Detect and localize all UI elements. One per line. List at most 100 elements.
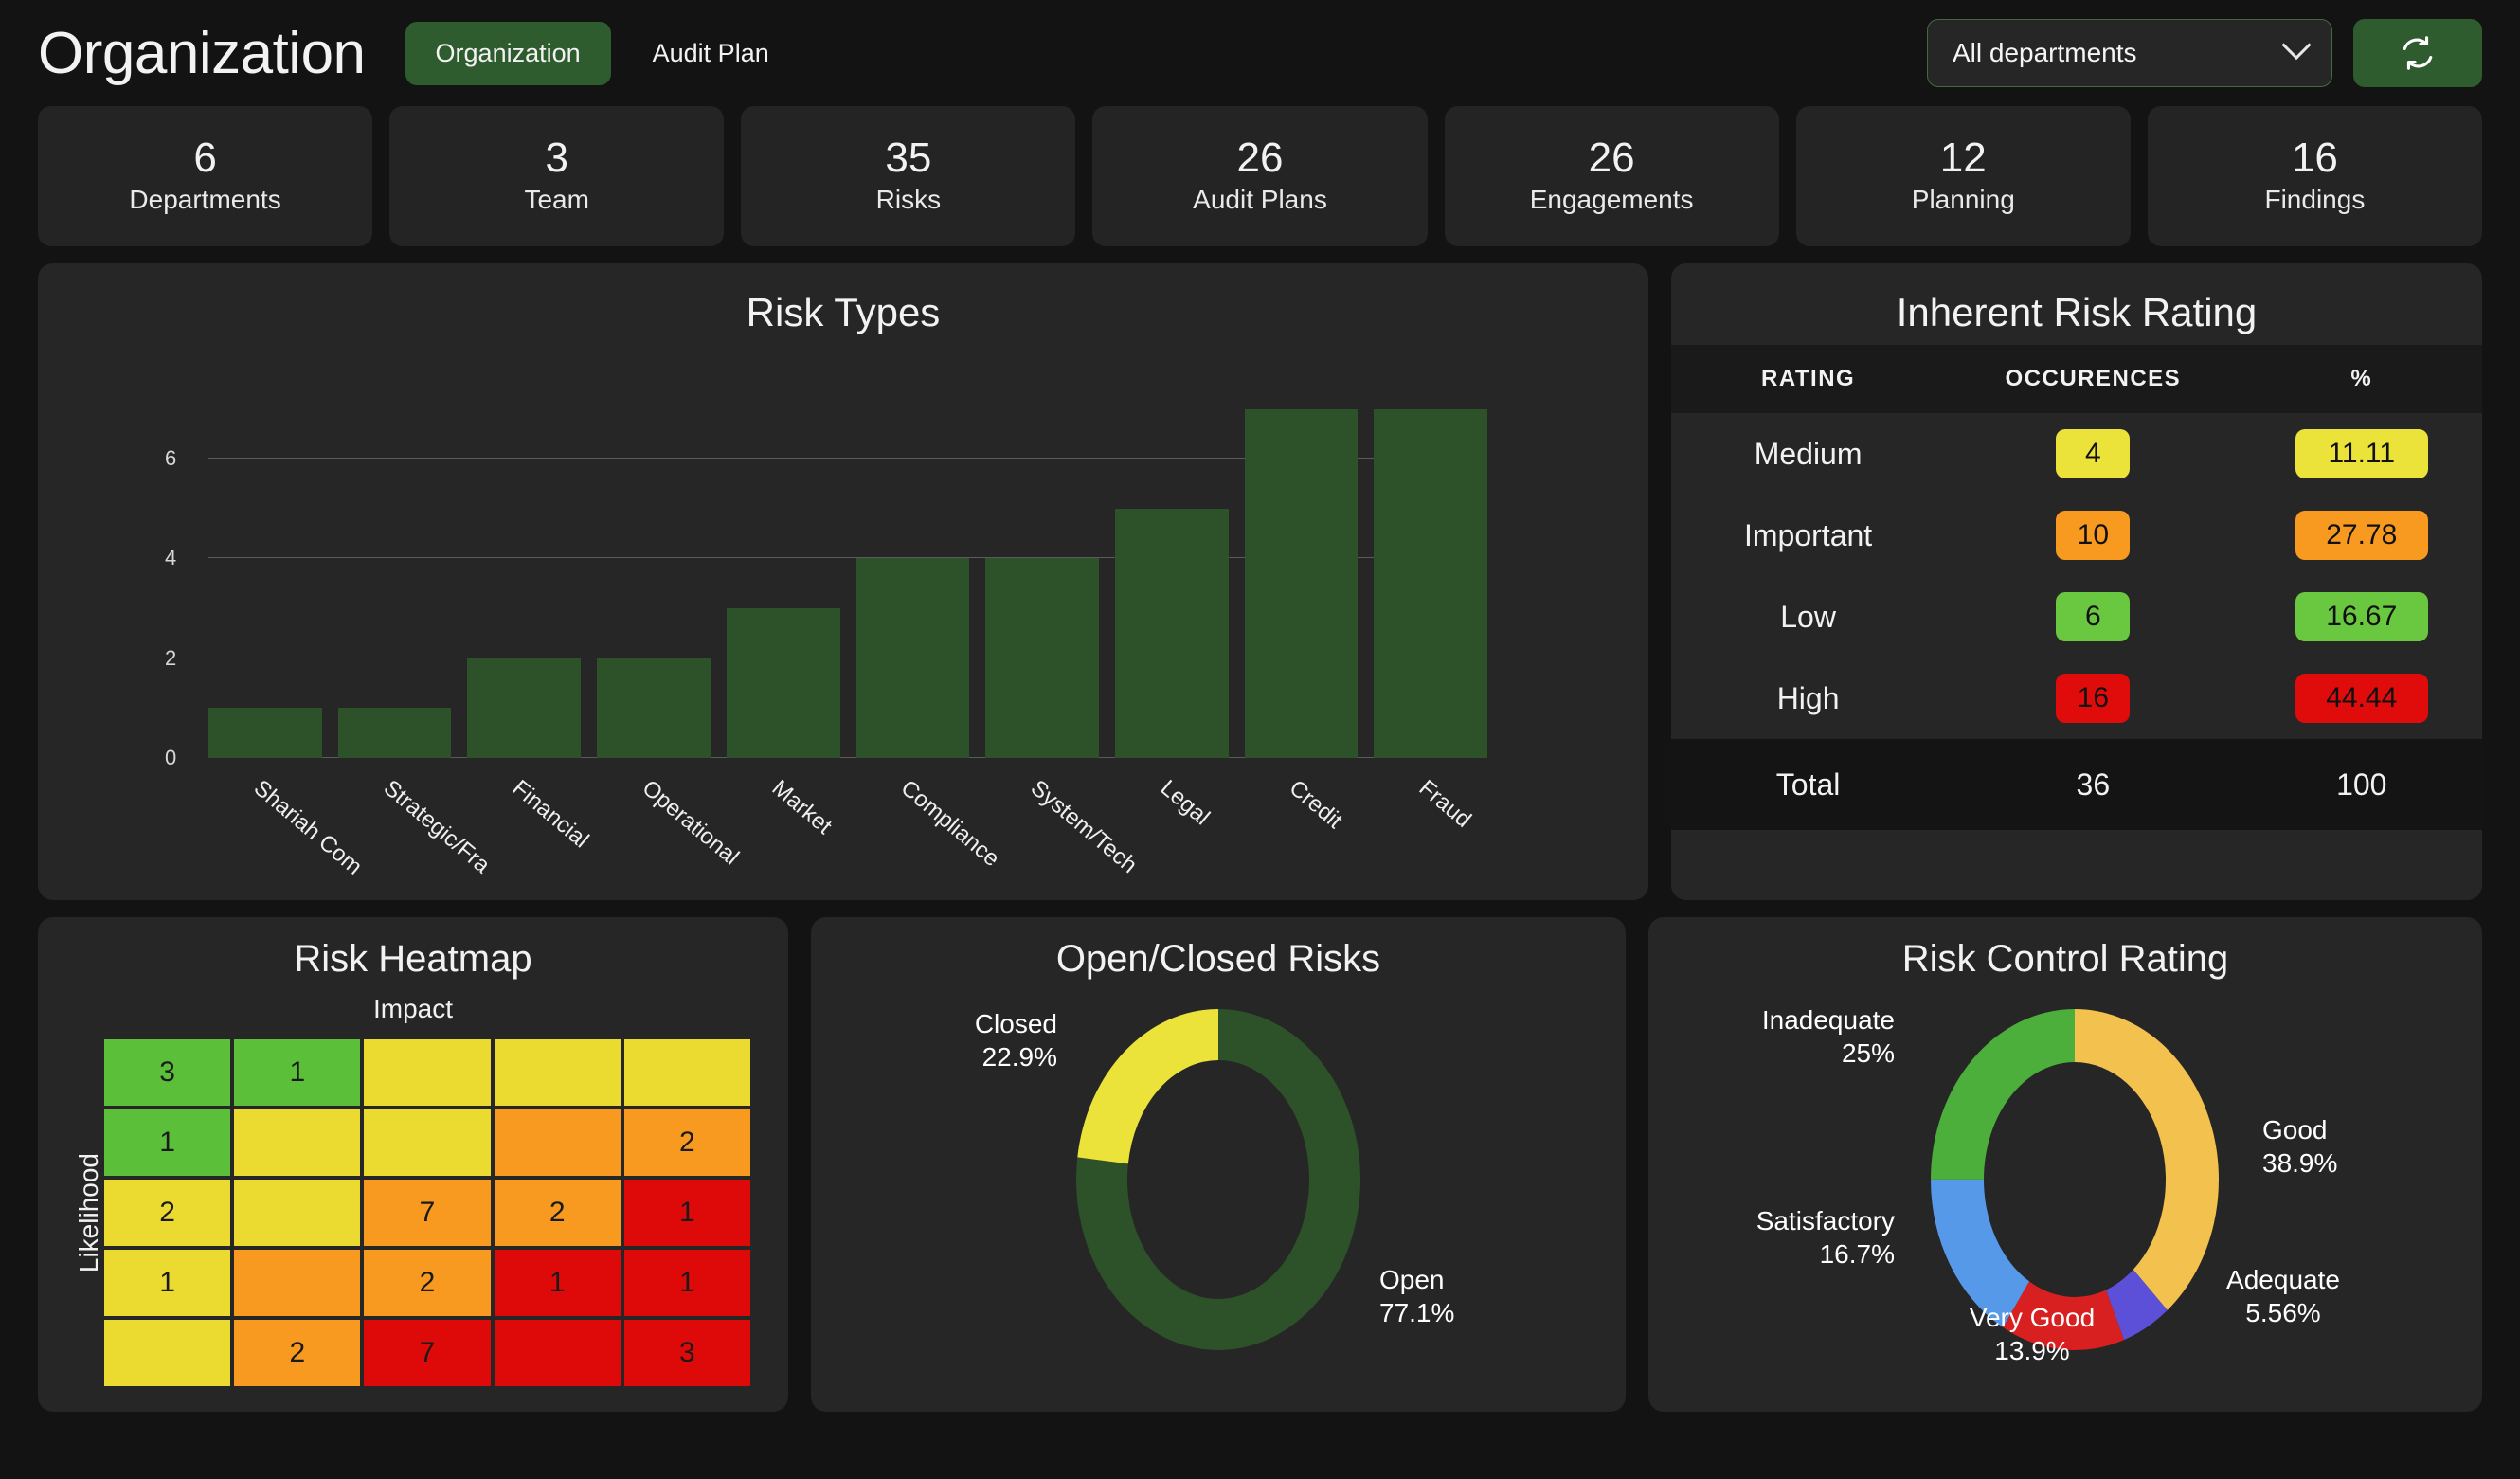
heatmap-cell[interactable]: 1	[104, 1109, 230, 1176]
x-axis-label: Market	[766, 775, 837, 840]
heatmap-cell[interactable]: 2	[364, 1250, 490, 1316]
inherent-card-footer	[1671, 830, 2482, 900]
x-label-slot: Credit	[1245, 758, 1359, 881]
heatmap-cell[interactable]	[234, 1250, 360, 1316]
stat-card-risks[interactable]: 35Risks	[741, 106, 1075, 246]
donut-label: Very Good13.9%	[1933, 1301, 2132, 1367]
stat-label: Planning	[1912, 185, 2015, 215]
heatmap-cell[interactable]: 1	[104, 1250, 230, 1316]
stat-value: 12	[1940, 137, 1987, 179]
tab-organization[interactable]: Organization	[405, 22, 611, 85]
stat-card-findings[interactable]: 16 Findings	[2148, 106, 2482, 246]
column-header-occurences: OCCURENCES	[1945, 366, 2241, 392]
stat-label: Team	[524, 185, 588, 215]
rating-label: Important	[1671, 518, 1945, 553]
risk-types-title: Risk Types	[38, 263, 1648, 345]
rating-label: High	[1671, 681, 1945, 716]
bar[interactable]	[985, 558, 1099, 758]
column-header-rating: RATING	[1671, 366, 1945, 392]
risk-control-donut-chart: Inadequate25%Good38.9%Satisfactory16.7%V…	[1648, 981, 2482, 1388]
donut-label-name: Open	[1379, 1263, 1550, 1296]
heatmap-cell[interactable]	[104, 1320, 230, 1386]
table-row[interactable]: High1644.44	[1671, 658, 2482, 739]
heatmap-cell[interactable]	[495, 1039, 621, 1106]
heatmap-cell[interactable]	[364, 1039, 490, 1106]
chart-x-axis-labels: Shariah ComStrategic/FraFinancialOperati…	[208, 758, 1487, 881]
bar[interactable]	[467, 658, 581, 758]
donut-slice[interactable]	[1931, 1009, 2075, 1180]
donut-label-value: 22.9%	[906, 1040, 1057, 1073]
heatmap-cell[interactable]: 3	[104, 1039, 230, 1106]
heatmap-cell[interactable]: 1	[624, 1180, 750, 1246]
percent-badge: 27.78	[2295, 511, 2428, 560]
heatmap-cell[interactable]	[495, 1109, 621, 1176]
bar[interactable]	[1115, 509, 1229, 758]
heatmap-cell[interactable]: 7	[364, 1320, 490, 1386]
x-label-slot: Fraud	[1374, 758, 1487, 881]
donut-label: Adequate5.56%	[2188, 1263, 2378, 1329]
bar[interactable]	[1245, 409, 1359, 758]
stat-card-team[interactable]: 3Team	[389, 106, 724, 246]
occurrences-badge: 10	[2056, 511, 2130, 560]
y-axis-tick: 6	[165, 446, 176, 471]
heatmap-cell[interactable]: 3	[624, 1320, 750, 1386]
table-row[interactable]: Medium411.11	[1671, 413, 2482, 495]
bar[interactable]	[856, 558, 970, 758]
stat-label: Departments	[129, 185, 280, 215]
heatmap-cell[interactable]: 1	[624, 1250, 750, 1316]
donut-slice[interactable]	[1077, 1009, 1218, 1163]
stat-label: Findings	[2264, 185, 2365, 215]
heatmap-cell[interactable]: 2	[624, 1109, 750, 1176]
heatmap-cell[interactable]: 1	[495, 1250, 621, 1316]
donut-label-value: 25%	[1696, 1037, 1895, 1070]
heatmap-cell[interactable]	[364, 1109, 490, 1176]
heatmap-cell[interactable]: 7	[364, 1180, 490, 1246]
refresh-icon	[2397, 32, 2439, 74]
stat-card-engagements[interactable]: 26Engagements	[1445, 106, 1779, 246]
table-row[interactable]: Important 10 27.78	[1671, 495, 2482, 576]
stat-card-departments[interactable]: 6Departments	[38, 106, 372, 246]
occurrences-badge: 6	[2056, 592, 2130, 641]
stat-label: Engagements	[1530, 185, 1694, 215]
heatmap-cell[interactable]	[624, 1039, 750, 1106]
inherent-risk-rating-title: Inherent Risk Rating	[1671, 263, 2482, 345]
app-header: Organization Organization Audit Plan All…	[0, 0, 2520, 106]
donut-svg	[1067, 1000, 1370, 1360]
rating-label: Low	[1671, 600, 1945, 635]
donut-label-value: 38.9%	[2262, 1146, 2433, 1180]
department-select[interactable]: All departments	[1927, 19, 2332, 87]
heatmap-cell[interactable]	[234, 1180, 360, 1246]
donut-label-name: Adequate	[2188, 1263, 2378, 1296]
tab-audit-plan[interactable]: Audit Plan	[622, 22, 800, 85]
department-select-value: All departments	[1953, 38, 2137, 68]
heatmap-impact-label: Impact	[38, 981, 788, 1024]
stat-value: 16	[2292, 137, 2338, 179]
heatmap-likelihood-label: Likelihood	[63, 1153, 104, 1272]
table-row[interactable]: Low616.67	[1671, 576, 2482, 658]
heatmap-cell[interactable]	[234, 1109, 360, 1176]
total-percent: 100	[2241, 767, 2482, 803]
x-label-slot: Market	[727, 758, 840, 881]
column-header-percent: %	[2241, 366, 2482, 392]
bar[interactable]	[727, 608, 840, 758]
donut-label-value: 5.56%	[2188, 1296, 2378, 1329]
heatmap-cell[interactable]: 2	[104, 1180, 230, 1246]
heatmap-cell[interactable]: 1	[234, 1039, 360, 1106]
stat-card-planning[interactable]: 12 Planning	[1796, 106, 2131, 246]
x-axis-label: Legal	[1155, 775, 1215, 831]
heatmap-cell[interactable]	[495, 1320, 621, 1386]
bar[interactable]	[208, 708, 322, 758]
bar[interactable]	[338, 708, 452, 758]
stat-label: Risks	[876, 185, 941, 215]
refresh-button[interactable]	[2353, 19, 2482, 87]
heatmap-cell[interactable]: 2	[495, 1180, 621, 1246]
bar[interactable]	[597, 658, 711, 758]
heatmap-cell[interactable]: 2	[234, 1320, 360, 1386]
stat-card-audit-plans[interactable]: 26Audit Plans	[1092, 106, 1427, 246]
x-label-slot: Strategic/Fra	[338, 758, 452, 881]
bar[interactable]	[1374, 409, 1487, 758]
donut-label: Inadequate25%	[1696, 1003, 1895, 1070]
donut-label-value: 16.7%	[1667, 1237, 1895, 1271]
x-axis-label: Credit	[1284, 775, 1347, 835]
header-controls: All departments	[1927, 19, 2482, 87]
